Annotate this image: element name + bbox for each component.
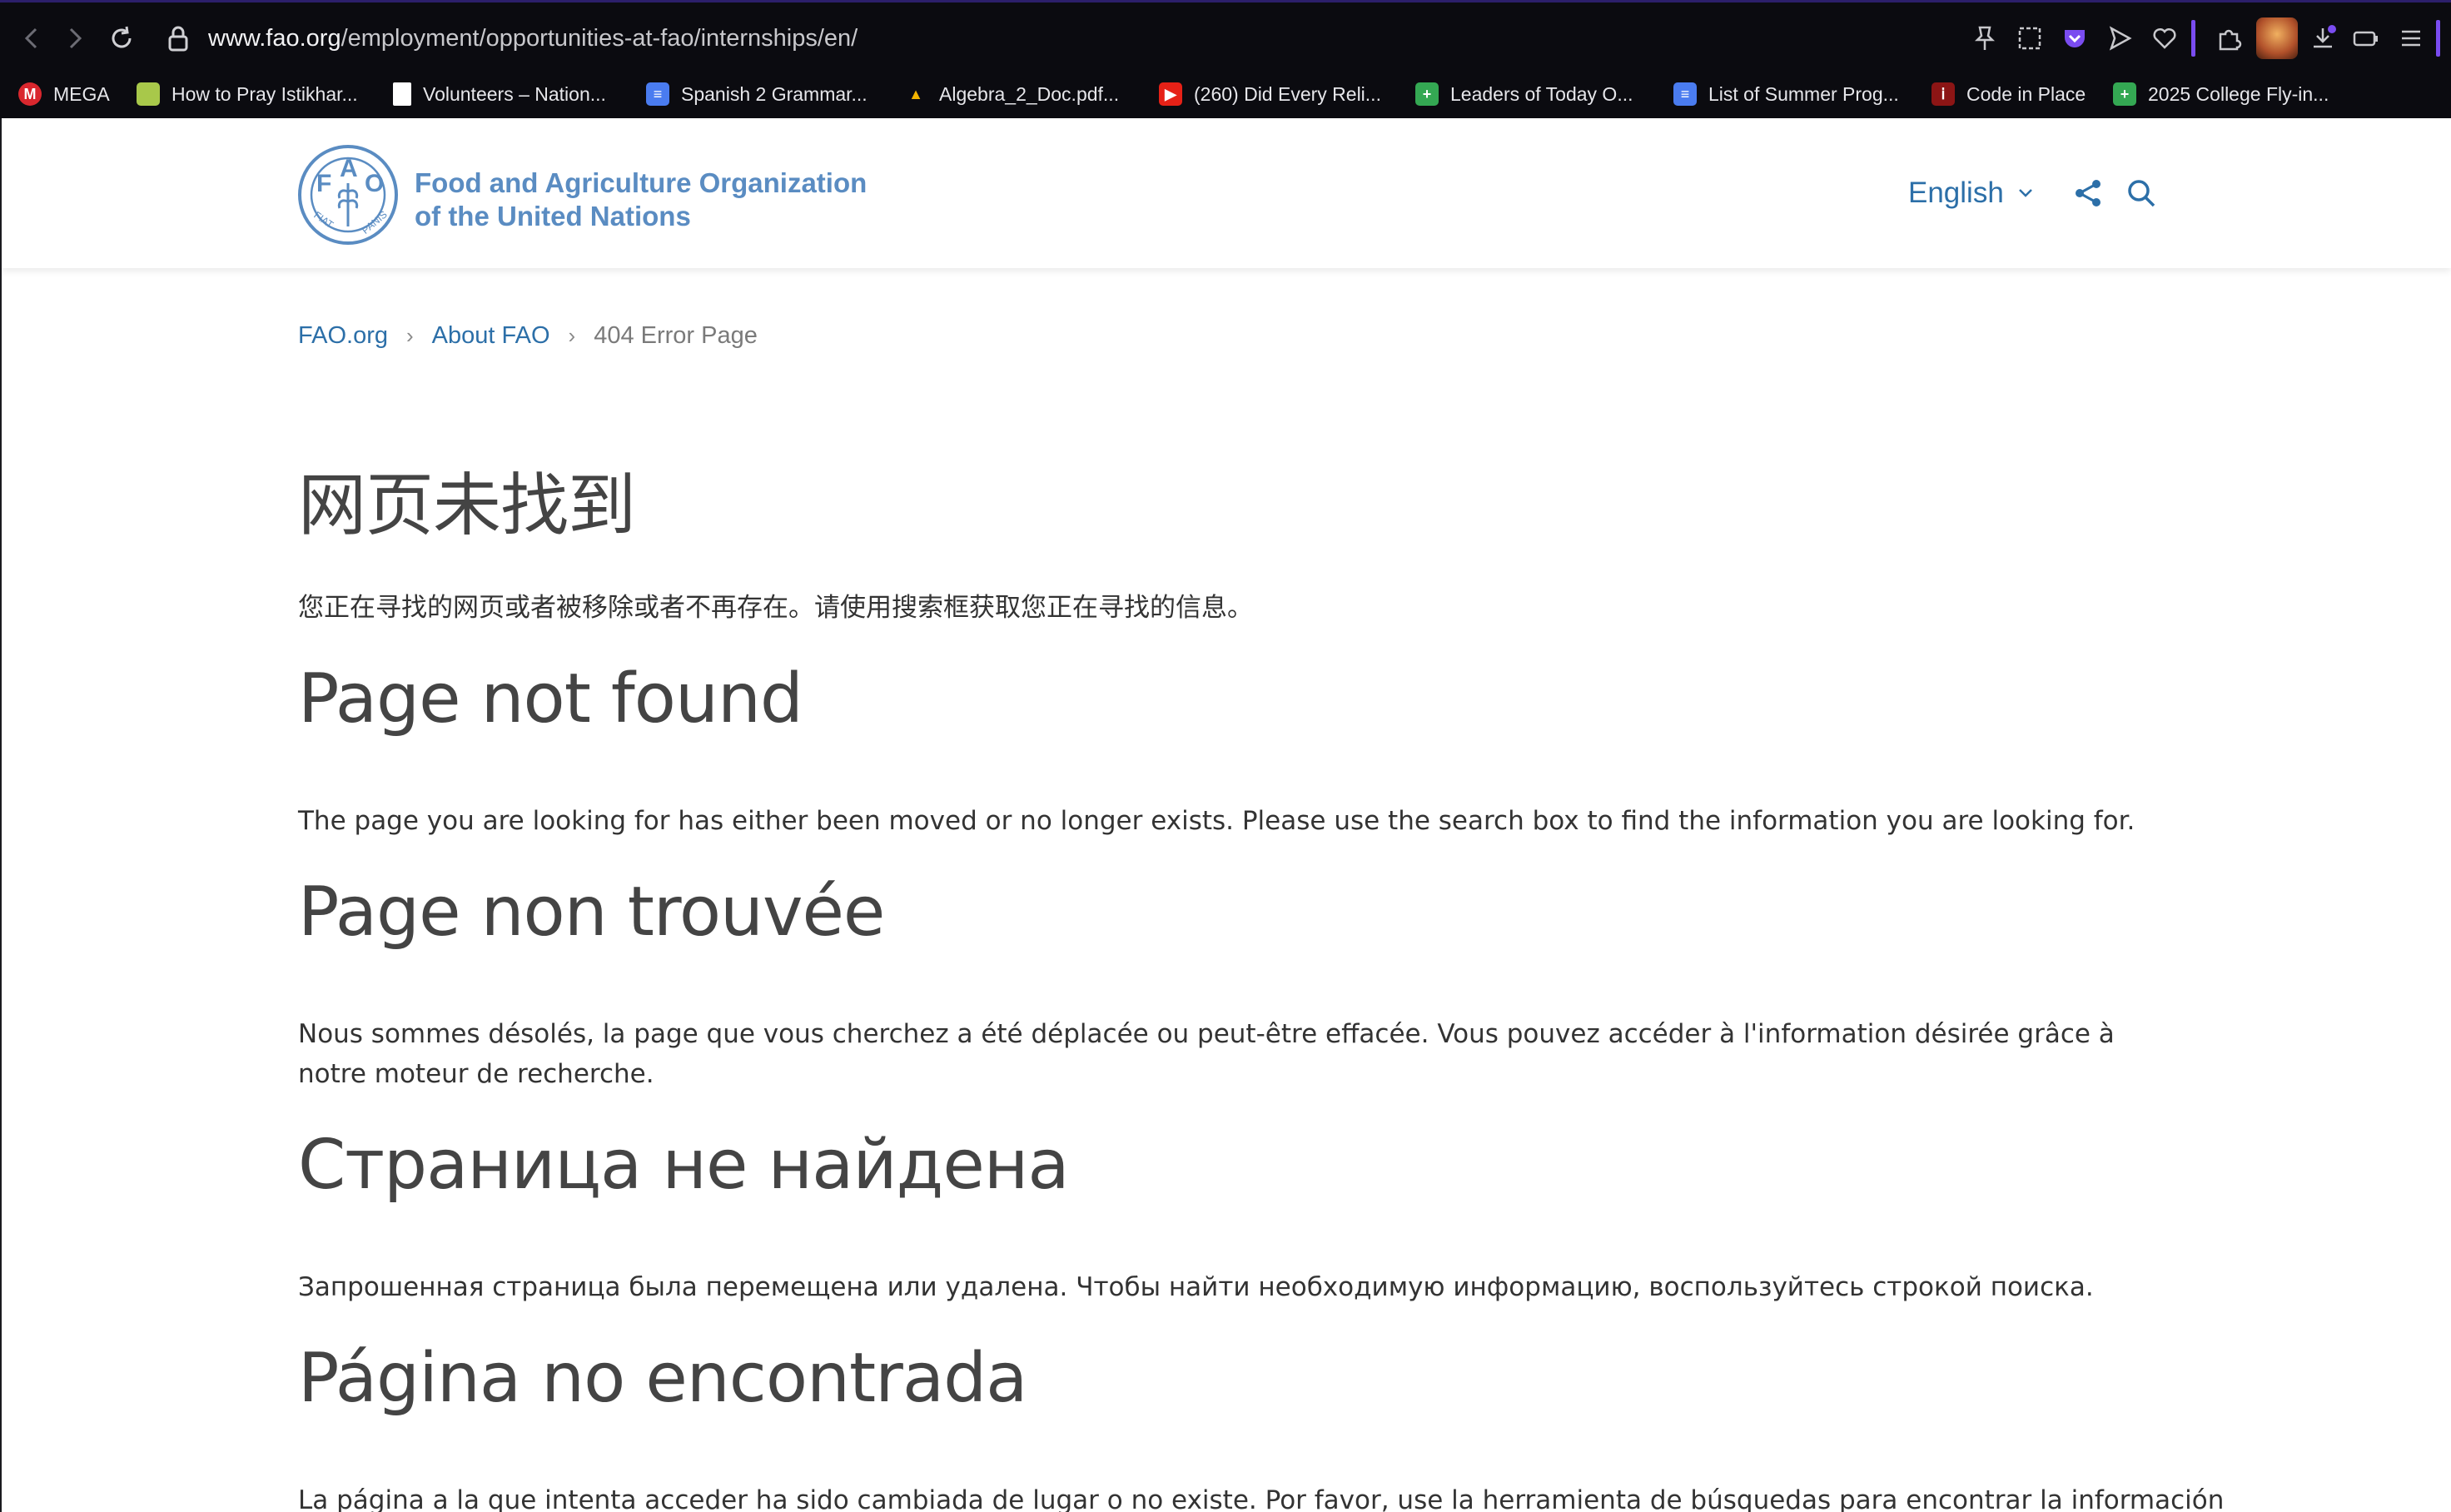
- bookmark-item[interactable]: +2025 College Fly-in...: [2113, 72, 2329, 116]
- bookmark-item[interactable]: ≡ List of Summer Prog...: [1673, 72, 1899, 116]
- heading-russian: Страница не найдена: [298, 1126, 1070, 1205]
- breadcrumb-home-link[interactable]: FAO.org: [298, 322, 388, 350]
- language-selector[interactable]: English: [1908, 173, 2034, 213]
- breadcrumb: FAO.org › About FAO › 404 Error Page: [298, 315, 758, 356]
- browser-toolbar: www.fao.org/employment/opportunities-at-…: [0, 5, 2451, 70]
- fao-logo-icon[interactable]: F A O FIAT PANIS: [296, 143, 400, 246]
- org-name-line1: Food and Agriculture Organization: [415, 167, 868, 198]
- sidebar-edge: [2436, 20, 2440, 57]
- google-docs-icon: ≡: [1673, 82, 1697, 106]
- reload-icon: [112, 26, 132, 48]
- bookmark-item[interactable]: ⅰ Code in Place: [1931, 72, 2086, 116]
- message-english: The page you are looking for has either …: [298, 806, 2135, 836]
- download-icon[interactable]: [2306, 22, 2339, 55]
- svg-text:F: F: [316, 170, 331, 197]
- chevron-left-icon: [24, 27, 37, 49]
- breadcrumb-about-link[interactable]: About FAO: [432, 322, 550, 350]
- language-label: English: [1908, 177, 2004, 209]
- chevron-right-icon: [69, 27, 82, 49]
- message-french: Nous sommes désolés, la page que vous ch…: [298, 1019, 2115, 1089]
- bookmark-item[interactable]: ▲ Algebra_2_Doc.pdf...: [904, 72, 1119, 116]
- extensions-icon[interactable]: [2213, 22, 2246, 55]
- bookmark-label: Leaders of Today O...: [1450, 82, 1633, 105]
- bookmark-label: 2025 College Fly-in...: [2148, 82, 2329, 105]
- youtube-icon: ▶: [1159, 82, 1182, 106]
- reload-button[interactable]: [105, 22, 138, 55]
- breadcrumb-current: 404 Error Page: [594, 321, 758, 349]
- svg-text:PANIS: PANIS: [360, 208, 390, 236]
- google-sheets-icon: +: [2113, 82, 2136, 106]
- chevron-right-icon: ›: [568, 322, 576, 348]
- bookmark-item[interactable]: How to Pray Istikhar...: [137, 72, 358, 116]
- heading-spanish: Página no encontrada: [298, 1339, 1027, 1418]
- site-header: F A O FIAT PANIS Food and Agriculture Or…: [2, 118, 2451, 268]
- google-docs-icon: ≡: [646, 82, 669, 106]
- bookmark-label: Spanish 2 Grammar...: [681, 82, 868, 105]
- screenshot-icon[interactable]: [2013, 22, 2046, 55]
- org-name-line2: of the United Nations: [415, 201, 691, 231]
- bookmarks-bar: M MEGA How to Pray Istikhar... Volunteers –…: [0, 72, 2451, 116]
- heart-icon[interactable]: [2148, 22, 2181, 55]
- message-russian: Запрошенная страница была перемещена или…: [298, 1272, 2094, 1302]
- share-icon[interactable]: [2070, 175, 2106, 211]
- chevron-down-icon: [2018, 189, 2032, 197]
- bookmark-label: List of Summer Prog...: [1708, 82, 1899, 105]
- url-path: /employment/opportunities-at-fao/interns…: [341, 25, 858, 52]
- heading-english: Page not found: [298, 659, 803, 739]
- browser-chrome: www.fao.org/employment/opportunities-at-…: [0, 0, 2451, 118]
- bookmark-label: Algebra_2_Doc.pdf...: [939, 82, 1120, 105]
- document-icon: [393, 82, 411, 106]
- svg-text:O: O: [365, 170, 384, 197]
- heading-french: Page non trouvée: [298, 873, 885, 952]
- pocket-icon[interactable]: [2058, 22, 2091, 55]
- menu-icon[interactable]: [2394, 22, 2428, 55]
- message-chinese: 您正在寻找的网页或者被移除或者不再存在。请使用搜索框获取您正在寻找的信息。: [298, 593, 1253, 623]
- message-spanish: La página a la que intenta acceder ha si…: [298, 1485, 2225, 1512]
- svg-text:A: A: [340, 155, 358, 182]
- search-icon[interactable]: [2123, 175, 2160, 211]
- stanford-icon: ⅰ: [1931, 82, 1955, 106]
- org-name[interactable]: Food and Agriculture Organization of the…: [415, 167, 867, 233]
- url-host: www.fao.org: [208, 25, 341, 52]
- heading-chinese: 网页未找到: [298, 466, 636, 545]
- send-icon[interactable]: [2103, 22, 2136, 55]
- battery-icon[interactable]: [2349, 22, 2383, 55]
- back-button[interactable]: [15, 22, 48, 55]
- address-bar[interactable]: www.fao.org/employment/opportunities-at-…: [208, 23, 858, 53]
- google-drive-icon: ▲: [908, 85, 923, 102]
- bookmark-item[interactable]: M MEGA: [18, 72, 110, 116]
- google-sheets-icon: +: [1415, 82, 1439, 106]
- bookmark-item[interactable]: Volunteers – Nation...: [393, 72, 606, 116]
- lock-icon[interactable]: [163, 22, 193, 55]
- bookmark-item[interactable]: ≡ Spanish 2 Grammar...: [646, 72, 868, 116]
- forward-button[interactable]: [58, 22, 92, 55]
- mega-icon: M: [18, 82, 42, 106]
- pin-icon[interactable]: [1968, 22, 2001, 55]
- bookmark-label: Code in Place: [1966, 82, 2086, 105]
- chevron-right-icon: ›: [406, 322, 414, 348]
- web-page: F A O FIAT PANIS Food and Agriculture Or…: [2, 118, 2451, 1512]
- bookmark-label: Volunteers – Nation...: [423, 82, 606, 105]
- bookmark-item[interactable]: ▶ (260) Did Every Reli...: [1159, 72, 1381, 116]
- toolbar-separator: [2191, 20, 2195, 57]
- bookmark-item[interactable]: + Leaders of Today O...: [1415, 72, 1633, 116]
- page-icon: [137, 82, 160, 106]
- profile-avatar[interactable]: [2256, 17, 2298, 59]
- bookmark-label: MEGA: [53, 82, 110, 105]
- bookmark-label: How to Pray Istikhar...: [172, 82, 358, 105]
- bookmark-label: (260) Did Every Reli...: [1194, 82, 1381, 105]
